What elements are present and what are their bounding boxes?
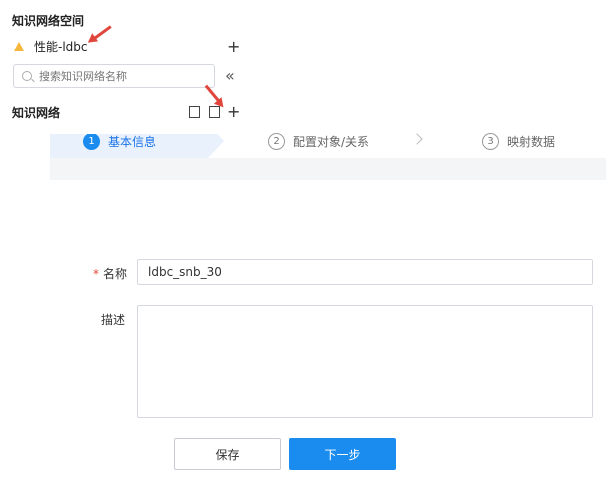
step-config-objects[interactable]: 2 配置对象/关系: [268, 124, 369, 158]
step-map-data[interactable]: 3 映射数据: [482, 124, 555, 158]
name-field-label: * 名称: [93, 265, 127, 282]
name-input[interactable]: [137, 259, 593, 285]
step-label: 映射数据: [507, 134, 556, 149]
search-input[interactable]: [39, 69, 199, 83]
name-label-text: 名称: [103, 267, 128, 281]
required-mark: *: [93, 267, 99, 281]
step-number: 3: [482, 132, 499, 150]
workspace-item[interactable]: 性能-ldbc: [14, 37, 244, 55]
step-number: 1: [83, 132, 100, 150]
import-icon[interactable]: [189, 106, 200, 118]
add-workspace-icon[interactable]: +: [227, 39, 240, 55]
next-step-button[interactable]: 下一步: [289, 438, 396, 470]
panel-title: 知识网络空间: [12, 14, 85, 28]
search-box[interactable]: [13, 64, 215, 88]
knowledge-space-panel: 知识网络空间 性能-ldbc + « 知识网络 +: [0, 0, 256, 134]
workspace-name: 性能-ldbc: [34, 39, 88, 54]
step-label: 配置对象/关系: [293, 134, 370, 149]
add-knowledge-network-icon[interactable]: +: [227, 104, 240, 120]
save-button[interactable]: 保存: [174, 438, 281, 470]
section-title: 知识网络: [12, 106, 61, 120]
warning-icon: [14, 41, 24, 51]
collapse-panel-icon[interactable]: «: [225, 66, 235, 85]
description-label: 描述: [101, 313, 126, 327]
step-number: 2: [268, 132, 285, 150]
description-textarea[interactable]: [137, 305, 593, 418]
step-label: 基本信息: [108, 134, 157, 149]
search-icon: [22, 71, 32, 81]
